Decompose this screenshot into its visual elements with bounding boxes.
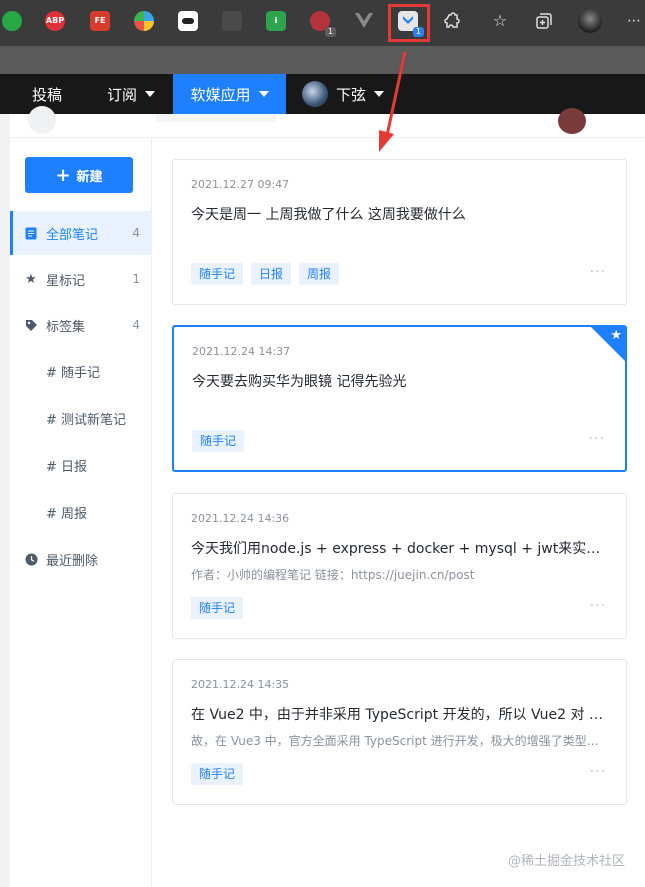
user-avatar: [302, 81, 328, 107]
browser-extension-toolbar: ABP FE i 1 1 ☆ ⋯: [0, 0, 645, 46]
caret-down-icon: [374, 91, 385, 97]
sidebar-item-tags[interactable]: 标签集 4: [10, 303, 152, 347]
colorful-circle-icon[interactable]: [134, 11, 154, 31]
note-tags: 随手记: [192, 430, 252, 452]
note-excerpt: 故，在 Vue3 中，官方全面采用 TypeScript 进行开发，极大的增强了…: [191, 734, 606, 748]
browser-gap: [0, 46, 645, 74]
underlying-page-edge: [0, 114, 10, 887]
sidebar-item-tag-casual[interactable]: # 随手记: [10, 349, 152, 393]
more-options-icon[interactable]: ···: [590, 764, 606, 780]
note-title: 今天我们用node.js + express + docker + mysql …: [191, 541, 606, 557]
adblock-plus-icon[interactable]: ABP: [45, 11, 65, 31]
note-date: 2021.12.24 14:36: [191, 512, 290, 525]
underlying-search: [156, 114, 276, 122]
sidebar-item-tag-test[interactable]: # 测试新笔记: [10, 396, 152, 440]
note-card[interactable]: 2021.12.27 09:47 今天是周一 上周我做了什么 这周我要做什么 随…: [172, 159, 627, 305]
star-icon: ★: [25, 271, 37, 287]
puzzle-extensions-icon[interactable]: [442, 11, 462, 31]
underlying-page-strip: [0, 106, 645, 138]
note-title: 今天要去购买华为眼镜 记得先验光: [192, 374, 407, 390]
note-tags: 随手记: [191, 597, 251, 619]
more-options-icon[interactable]: ···: [589, 431, 605, 447]
note-title: 今天是周一 上周我做了什么 这周我要做什么: [191, 207, 466, 223]
tag-icon: [24, 318, 38, 332]
red-ball-icon[interactable]: 1: [310, 11, 336, 37]
nav-apps[interactable]: 软媒应用: [173, 74, 286, 114]
note-tag[interactable]: 随手记: [191, 597, 244, 619]
green-leaf-icon[interactable]: [2, 11, 22, 31]
sidebar-item-starred[interactable]: ★ 星标记 1: [10, 257, 152, 301]
sidebar-item-tag-daily[interactable]: # 日报: [10, 443, 152, 487]
caret-down-icon: [258, 91, 269, 97]
vue-devtools-icon[interactable]: [354, 11, 374, 31]
profile-avatar[interactable]: [578, 9, 602, 33]
more-options-icon[interactable]: ···: [590, 264, 606, 280]
highlight-box: [388, 4, 430, 42]
sidebar-item-tag-weekly[interactable]: # 周报: [10, 490, 152, 534]
watermark: @稀土掘金技术社区: [507, 854, 625, 869]
note-tag[interactable]: 随手记: [191, 763, 244, 785]
note-card-selected[interactable]: 2021.12.24 14:37 今天要去购买华为眼镜 记得先验光 随手记 ··…: [172, 325, 627, 472]
note-card[interactable]: 2021.12.24 14:35 在 Vue2 中，由于并非采用 TypeScr…: [172, 659, 627, 805]
site-nav: 投稿 订阅 软媒应用 下弦: [0, 74, 645, 114]
note-tags: 随手记: [191, 763, 251, 785]
note-tag[interactable]: 随手记: [191, 263, 244, 285]
more-menu-icon[interactable]: ⋯: [624, 11, 644, 31]
grey-page-icon[interactable]: [222, 11, 242, 31]
clock-icon: [24, 552, 38, 566]
note-title: 在 Vue2 中，由于并非采用 TypeScript 开发的，所以 Vue2 对…: [191, 707, 606, 723]
note-tags: 随手记 日报 周报: [191, 263, 347, 285]
note-date: 2021.12.24 14:37: [192, 345, 291, 358]
note-date: 2021.12.27 09:47: [191, 178, 290, 191]
note-card[interactable]: 2021.12.24 14:36 今天我们用node.js + express …: [172, 493, 627, 639]
tamper-icon[interactable]: [178, 11, 198, 31]
note-tag[interactable]: 随手记: [192, 430, 245, 452]
info-extension-icon[interactable]: i: [266, 11, 286, 31]
underlying-user-avatar: [558, 108, 586, 134]
notes-sidebar: + 新建 全部笔记 4 ★ 星标记 1 标签集 4 # 随手记 # 测试新笔记 …: [10, 138, 152, 887]
fe-helper-icon[interactable]: FE: [90, 11, 110, 31]
extension-badge: 1: [324, 27, 336, 37]
underlying-avatar: [28, 106, 56, 134]
nav-subscribe[interactable]: 订阅: [107, 74, 156, 114]
caret-down-icon: [145, 91, 156, 97]
favorites-icon[interactable]: ☆: [490, 11, 510, 31]
new-note-button[interactable]: + 新建: [25, 157, 133, 193]
plus-icon: +: [55, 164, 71, 186]
sidebar-item-recently-deleted[interactable]: 最近删除: [10, 537, 152, 581]
sidebar-item-all-notes[interactable]: 全部笔记 4: [10, 211, 152, 255]
note-tag[interactable]: 日报: [251, 263, 292, 285]
note-date: 2021.12.24 14:35: [191, 678, 290, 691]
note-icon: [24, 226, 38, 240]
star-icon: ★: [610, 328, 622, 343]
note-tag[interactable]: 周报: [299, 263, 340, 285]
more-options-icon[interactable]: ···: [590, 598, 606, 614]
note-excerpt: 作者：小帅的编程笔记 链接：https://juejin.cn/post: [191, 568, 475, 582]
collections-icon[interactable]: [534, 11, 554, 31]
nav-user[interactable]: 下弦: [302, 74, 385, 114]
